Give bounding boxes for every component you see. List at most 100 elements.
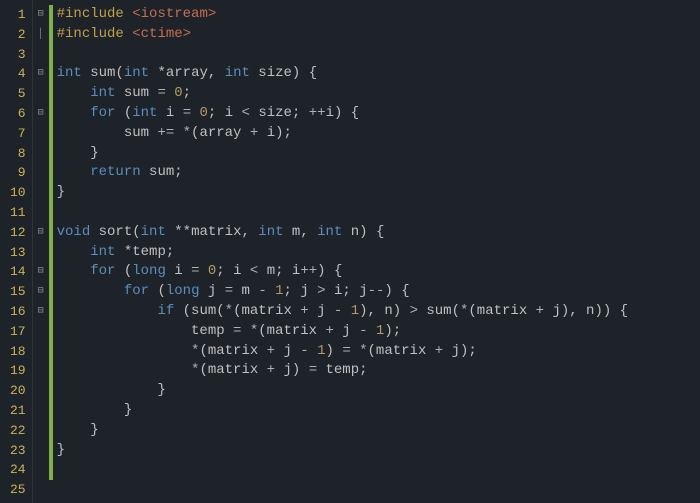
fold-guide [33,361,49,381]
code-editor[interactable]: 1234567891011121314151617181920212223242… [0,0,700,503]
token: 1 [351,303,359,319]
token: (sum( [174,303,224,319]
code-line[interactable]: return sum; [57,163,628,183]
code-line[interactable] [57,203,628,223]
code-line[interactable]: } [57,441,628,461]
line-number: 5 [10,84,26,104]
fold-guide [33,480,49,500]
token: ( [115,105,132,121]
code-line[interactable]: *(matrix + j) = temp; [57,361,628,381]
code-line[interactable]: } [57,381,628,401]
line-number: 20 [10,381,26,401]
token: > [317,283,334,299]
fold-guide [33,144,49,164]
fold-toggle-icon[interactable]: ⊟ [33,104,49,124]
code-line[interactable]: void sort(int **matrix, int m, int n) { [57,223,628,243]
token: ++ [300,263,317,279]
token: return [90,164,140,180]
fold-guide [33,243,49,263]
line-number-gutter: 1234567891011121314151617181920212223242… [0,0,33,503]
token: + [267,362,284,378]
token: i [157,105,182,121]
token: (matrix [199,362,266,378]
token: ), n)) { [561,303,628,319]
token: 0 [200,105,208,121]
code-line[interactable]: for (int i = 0; i < size; ++i) { [57,104,628,124]
line-number: 13 [10,243,26,263]
fold-toggle-icon[interactable]: ⊟ [33,282,49,302]
fold-guide: │ [33,25,49,45]
token: + [435,343,452,359]
token: (matrix [199,343,266,359]
code-line[interactable]: if (sum(*(matrix + j - 1), n) > sum(*(ma… [57,302,628,322]
token: ; i [216,263,250,279]
token: #include [57,26,133,42]
code-area[interactable]: #include <iostream>#include <ctime> int s… [53,0,628,503]
fold-guide [33,203,49,223]
token: j [552,303,560,319]
token: < [242,105,259,121]
code-line[interactable]: #include <iostream> [57,5,628,25]
token: ) { [384,283,409,299]
token [57,343,191,359]
fold-column[interactable]: ⊟│⊟⊟⊟⊟⊟⊟ [33,0,49,503]
fold-guide [33,441,49,461]
fold-guide [33,421,49,441]
line-number: 17 [10,322,26,342]
line-number: 8 [10,144,26,164]
token: 1 [317,343,325,359]
fold-guide [33,183,49,203]
line-number: 9 [10,163,26,183]
token: int [225,65,250,81]
token: = [183,105,200,121]
token: ( [452,303,460,319]
fold-guide [33,45,49,65]
code-line[interactable]: *(matrix + j - 1) = *(matrix + j); [57,342,628,362]
code-line[interactable]: } [57,421,628,441]
code-line[interactable] [57,460,628,480]
token [57,263,91,279]
code-line[interactable]: for (long i = 0; i < m; i++) { [57,262,628,282]
fold-toggle-icon[interactable]: ⊟ [33,302,49,322]
token: for [90,105,115,121]
fold-toggle-icon[interactable]: ⊟ [33,5,49,25]
token: ) { [359,224,384,240]
token: ) [292,362,309,378]
fold-guide [33,342,49,362]
token [57,303,158,319]
token: - [334,303,351,319]
code-line[interactable]: int *temp; [57,243,628,263]
code-line[interactable] [57,480,628,500]
code-line[interactable]: for (long j = m - 1; j > i; j--) { [57,282,628,302]
fold-toggle-icon[interactable]: ⊟ [33,262,49,282]
line-number: 11 [10,203,26,223]
line-number: 24 [10,460,26,480]
code-line[interactable]: } [57,401,628,421]
token: j [452,343,460,359]
token: i [326,105,334,121]
fold-guide [33,381,49,401]
line-number: 22 [10,421,26,441]
token: } [57,184,65,200]
code-line[interactable] [57,45,628,65]
fold-toggle-icon[interactable]: ⊟ [33,64,49,84]
code-line[interactable]: } [57,183,628,203]
token: for [90,263,115,279]
token: = [157,85,174,101]
code-line[interactable]: int sum(int *array, int size) { [57,64,628,84]
code-line[interactable]: temp = *(matrix + j - 1); [57,322,628,342]
token: ; [183,85,191,101]
token: } [57,382,166,398]
fold-toggle-icon[interactable]: ⊟ [33,223,49,243]
token: ; [359,362,367,378]
fold-guide [33,84,49,104]
token: j [283,343,300,359]
code-line[interactable]: int sum = 0; [57,84,628,104]
token: = * [233,323,258,339]
code-line[interactable]: sum += *(array + i); [57,124,628,144]
code-line[interactable]: #include <ctime> [57,25,628,45]
token [57,283,124,299]
code-line[interactable]: } [57,144,628,164]
token: #include [57,6,133,22]
token: int [317,224,342,240]
